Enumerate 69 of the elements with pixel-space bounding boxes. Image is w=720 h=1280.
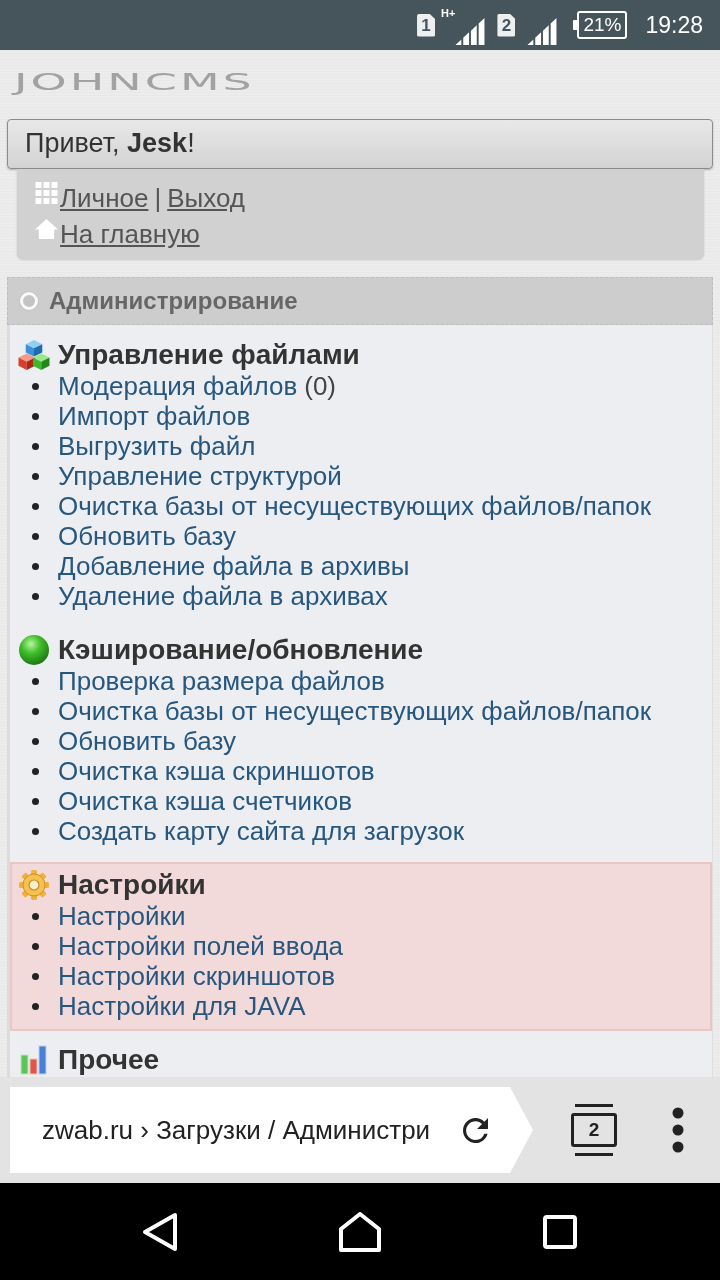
bullet-icon (32, 412, 39, 420)
bullet-icon (32, 767, 39, 775)
menu-link[interactable]: Обновить базу (58, 725, 237, 757)
section-title: Настройки (58, 869, 206, 901)
section-title: Прочее (58, 1044, 160, 1076)
greeting-bar: Привет, Jesk! (7, 119, 713, 169)
user-link[interactable]: На главную (60, 218, 200, 250)
bullet-icon (32, 562, 39, 570)
menu-link[interactable]: Модерация файлов (58, 370, 298, 402)
bullet-icon (32, 1002, 39, 1010)
menu-link[interactable]: Удаление файла в архивах (58, 580, 388, 612)
bar-chart-icon (18, 1045, 50, 1075)
section-title: Кэширование/обновление (58, 634, 424, 666)
menu-link[interactable]: Настройки полей ввода (58, 930, 343, 962)
menu-link[interactable]: Настройки скриншотов (58, 960, 336, 992)
recent-apps-icon[interactable] (543, 1214, 577, 1249)
signal-icon (527, 18, 558, 45)
url-text: zwab.ru › Загрузки / Администри (42, 1114, 431, 1146)
menu-link[interactable]: Очистка базы от несуществующих файлов/папок (58, 695, 652, 727)
bullet-icon (32, 797, 39, 805)
menu-link[interactable]: Очистка кэша скриншотов (58, 755, 375, 787)
bullet-icon (32, 912, 39, 920)
grid-icon (35, 182, 58, 204)
battery-indicator: 21% (573, 11, 628, 39)
sphere-icon (18, 635, 50, 665)
back-icon[interactable] (142, 1211, 178, 1252)
section-title: Управление файлами (58, 339, 360, 371)
cubes-icon (18, 340, 50, 370)
ring-icon (18, 290, 40, 312)
reload-icon[interactable] (463, 1117, 488, 1143)
bullet-icon (32, 737, 39, 745)
count-text: (0) (304, 370, 336, 402)
gear-icon (18, 870, 50, 900)
logo-text: JOHNCMS (14, 71, 255, 93)
admin-title: Администрирование (49, 287, 298, 315)
bullet-icon (32, 382, 39, 390)
user-link[interactable]: Личное (60, 182, 149, 214)
separator-text: | (154, 182, 162, 214)
bullet-icon (32, 677, 39, 685)
menu-link[interactable]: Настройки (58, 900, 186, 932)
sim-indicator: 2 (497, 13, 516, 37)
bullet-icon (32, 972, 39, 980)
menu-link[interactable]: Импорт файлов (58, 400, 251, 432)
bullet-icon (32, 502, 39, 510)
bullet-icon (32, 942, 39, 950)
user-link[interactable]: Выход (167, 182, 245, 214)
home-icon[interactable] (339, 1211, 381, 1252)
bullet-icon (32, 592, 39, 600)
menu-link[interactable]: Настройки для JAVA (58, 990, 306, 1022)
signal-icon (455, 18, 486, 45)
bullet-icon (32, 827, 39, 835)
network-type-text: H+ (441, 7, 456, 19)
menu-link[interactable]: Выгрузить файл (58, 430, 256, 462)
bullet-icon (32, 707, 39, 715)
address-bar[interactable]: zwab.ru › Загрузки / Администри (10, 1087, 533, 1173)
menu-link[interactable]: Управление структурой (58, 460, 342, 492)
menu-link[interactable]: Проверка размера файлов (58, 665, 385, 697)
menu-link[interactable]: Создать карту сайта для загрузок (58, 815, 465, 847)
sim-indicator: 1 (417, 13, 436, 37)
bullet-icon (32, 532, 39, 540)
clock-time: 19:28 (645, 12, 703, 38)
bullet-icon (32, 472, 39, 480)
menu-link[interactable]: Обновить базу (58, 520, 237, 552)
bullet-icon (32, 442, 39, 450)
overflow-menu-icon[interactable] (672, 1107, 684, 1153)
menu-link[interactable]: Очистка базы от несуществующих файлов/папок (58, 490, 652, 522)
menu-link[interactable]: Очистка кэша счетчиков (58, 785, 353, 817)
menu-link[interactable]: Добавление файла в архивы (58, 550, 410, 582)
home-icon (35, 218, 58, 240)
